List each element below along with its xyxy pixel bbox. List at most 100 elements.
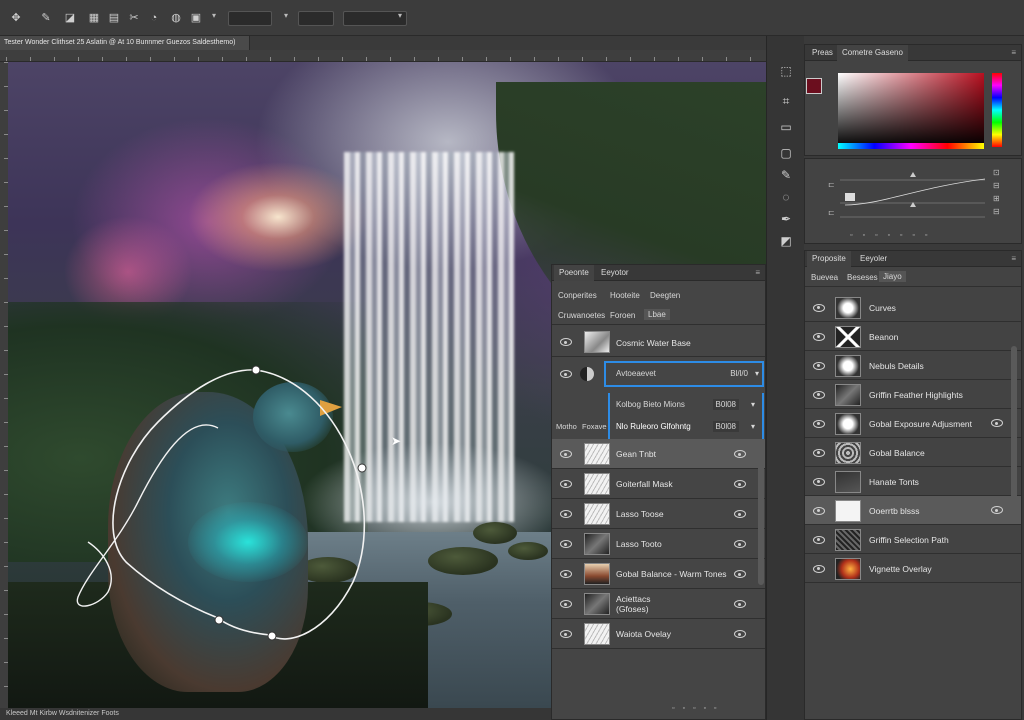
- eye-icon[interactable]: [560, 630, 572, 638]
- lasso-tool-icon[interactable]: ◌: [777, 188, 795, 206]
- visibility-eye-icon[interactable]: [734, 600, 746, 608]
- eye-icon[interactable]: [560, 370, 572, 378]
- adjustment-layer-row[interactable]: Gobal Balance: [805, 438, 1021, 467]
- tab-color[interactable]: Cometre Gaseno: [837, 45, 908, 61]
- adjustment-layer-row[interactable]: Vignette Overlay: [805, 554, 1021, 583]
- layer-filter-deegten[interactable]: Deegten: [650, 291, 680, 300]
- curves-graph[interactable]: [840, 165, 990, 227]
- eye-icon[interactable]: [560, 450, 572, 458]
- tab-proposite[interactable]: Proposite: [807, 251, 851, 267]
- curve-handle-icon[interactable]: ⊏: [828, 180, 835, 189]
- tab-eeyotor[interactable]: Eeyotor: [596, 265, 634, 281]
- layers-icon[interactable]: ▤: [106, 10, 122, 26]
- hue-slider[interactable]: [992, 73, 1002, 147]
- curves-footer-icons[interactable]: ▫▫▫▫▫▫▫: [850, 232, 937, 239]
- eye-icon[interactable]: [813, 506, 825, 515]
- eye-icon[interactable]: [813, 564, 825, 573]
- visibility-eye-icon[interactable]: [734, 630, 746, 638]
- chevron-down-icon[interactable]: ▾: [284, 11, 288, 20]
- visibility-eye-icon[interactable]: [734, 480, 746, 488]
- document-tab[interactable]: Tester Wonder Clithset 25 Aslatin @ At 1…: [0, 36, 250, 50]
- eye-icon[interactable]: [813, 361, 825, 370]
- adjustment-layer-row[interactable]: Hanate Tonts: [805, 467, 1021, 496]
- eye-icon[interactable]: [813, 419, 825, 428]
- globe-icon[interactable]: ◍: [168, 10, 184, 26]
- layer-row[interactable]: Goiterfall Mask: [552, 469, 765, 499]
- timer-icon[interactable]: ◔: [146, 10, 162, 26]
- chevron-down-icon[interactable]: ▾: [398, 11, 402, 20]
- blend-value-2[interactable]: B0l08: [712, 421, 739, 432]
- layer-filter-foroen[interactable]: Foroen: [610, 311, 635, 320]
- eye-icon[interactable]: [813, 535, 825, 544]
- layer-filter-hooteite[interactable]: Hooteite: [610, 291, 640, 300]
- frame-tool-icon[interactable]: ▭: [777, 118, 795, 136]
- eye-icon[interactable]: [560, 338, 572, 346]
- filter-beseses[interactable]: Beseses: [847, 273, 878, 282]
- layer-row[interactable]: Lasso Tooto: [552, 529, 765, 559]
- adjustment-layer-row[interactable]: Nebuls Details: [805, 351, 1021, 380]
- crop-tool-icon[interactable]: ⌗: [777, 92, 795, 110]
- grid-icon[interactable]: ▦: [86, 10, 102, 26]
- layer-row[interactable]: Gobal Balance - Warm Tones: [552, 559, 765, 589]
- eye-icon[interactable]: [560, 540, 572, 548]
- layer-row-adjustment[interactable]: Avtoeaevet Bl/l/0 ▾: [552, 359, 765, 389]
- panel-menu-icon[interactable]: ≡: [1011, 48, 1016, 57]
- eye-icon[interactable]: [560, 480, 572, 488]
- move-tool-icon[interactable]: ✥: [8, 10, 24, 26]
- blend-value-1[interactable]: B0l08: [712, 399, 739, 410]
- chevron-down-icon[interactable]: ▾: [212, 11, 216, 20]
- chevron-down-icon[interactable]: ▾: [751, 400, 755, 409]
- layer-row[interactable]: Aciettacs (Gfoses): [552, 589, 765, 619]
- pen-tool-icon[interactable]: ✒: [777, 210, 795, 228]
- adjustment-layer-row[interactable]: Griffin Selection Path: [805, 525, 1021, 554]
- layer-row[interactable]: Lasso Toose: [552, 499, 765, 529]
- eye-icon[interactable]: [560, 600, 572, 608]
- visibility-eye-icon[interactable]: [734, 450, 746, 458]
- eye-icon[interactable]: [813, 390, 825, 399]
- chevron-down-icon[interactable]: ▾: [755, 369, 759, 378]
- filter-buevea[interactable]: Buevea: [811, 273, 838, 282]
- eraser-icon[interactable]: ◪: [62, 10, 78, 26]
- option-field-1[interactable]: [228, 11, 272, 26]
- tab-preas[interactable]: Preas: [807, 45, 838, 61]
- rectangle-tool-icon[interactable]: ▢: [777, 144, 795, 162]
- layer-row[interactable]: Waiota Ovelay: [552, 619, 765, 649]
- visibility-eye-icon[interactable]: [991, 506, 1003, 514]
- panel-menu-icon[interactable]: ≡: [1011, 254, 1016, 263]
- option-field-2[interactable]: [298, 11, 334, 26]
- brush-tool-icon[interactable]: ✎: [777, 166, 795, 184]
- curve-option-icons[interactable]: ⊡ ⊟ ⊞ ⊟: [993, 166, 1000, 218]
- adjustment-value[interactable]: Bl/l/0: [730, 369, 748, 378]
- brush-icon[interactable]: ✎: [38, 10, 54, 26]
- visibility-eye-icon[interactable]: [991, 419, 1003, 427]
- color-swap-icon[interactable]: ◩: [777, 232, 795, 250]
- adjustment-layer-row[interactable]: Ooerrtb blsss: [805, 496, 1021, 525]
- layer-footer-icons[interactable]: ▫▫▫▫▫: [672, 705, 724, 712]
- layer-row-cosmic-water[interactable]: Cosmic Water Base: [552, 327, 765, 357]
- visibility-eye-icon[interactable]: [734, 510, 746, 518]
- scrollbar[interactable]: [758, 465, 764, 585]
- adjustment-layer-row[interactable]: Gobal Exposure Adjusment: [805, 409, 1021, 438]
- eye-icon[interactable]: [813, 303, 825, 312]
- color-spectrum[interactable]: [838, 143, 984, 149]
- tab-poeonte[interactable]: Poeonte: [554, 265, 594, 281]
- chevron-down-icon[interactable]: ▾: [751, 422, 755, 431]
- scrollbar[interactable]: [1011, 346, 1017, 506]
- tab-eeyoler[interactable]: Eeyoler: [855, 251, 892, 267]
- foreground-color-swatch[interactable]: [806, 78, 822, 94]
- marquee-tool-icon[interactable]: ⬚: [777, 62, 795, 80]
- adjustment-layer-row[interactable]: Griffin Feather Highlights: [805, 380, 1021, 409]
- layer-filter-cruwanoetes[interactable]: Cruwanoetes: [558, 311, 605, 320]
- filter-jiayo[interactable]: Jiayo: [879, 271, 906, 282]
- visibility-eye-icon[interactable]: [734, 540, 746, 548]
- adjustment-layer-row[interactable]: Curves: [805, 293, 1021, 322]
- eye-icon[interactable]: [560, 510, 572, 518]
- stack-icon[interactable]: ▣: [188, 10, 204, 26]
- color-field[interactable]: [838, 73, 984, 147]
- panel-menu-icon[interactable]: ≡: [755, 268, 760, 277]
- layer-row[interactable]: Gean Tnbt: [552, 439, 765, 469]
- visibility-eye-icon[interactable]: [734, 570, 746, 578]
- layer-filter-conperites[interactable]: Conperites: [558, 291, 597, 300]
- eye-icon[interactable]: [560, 570, 572, 578]
- layer-filter-lbae[interactable]: Lbae: [644, 309, 670, 320]
